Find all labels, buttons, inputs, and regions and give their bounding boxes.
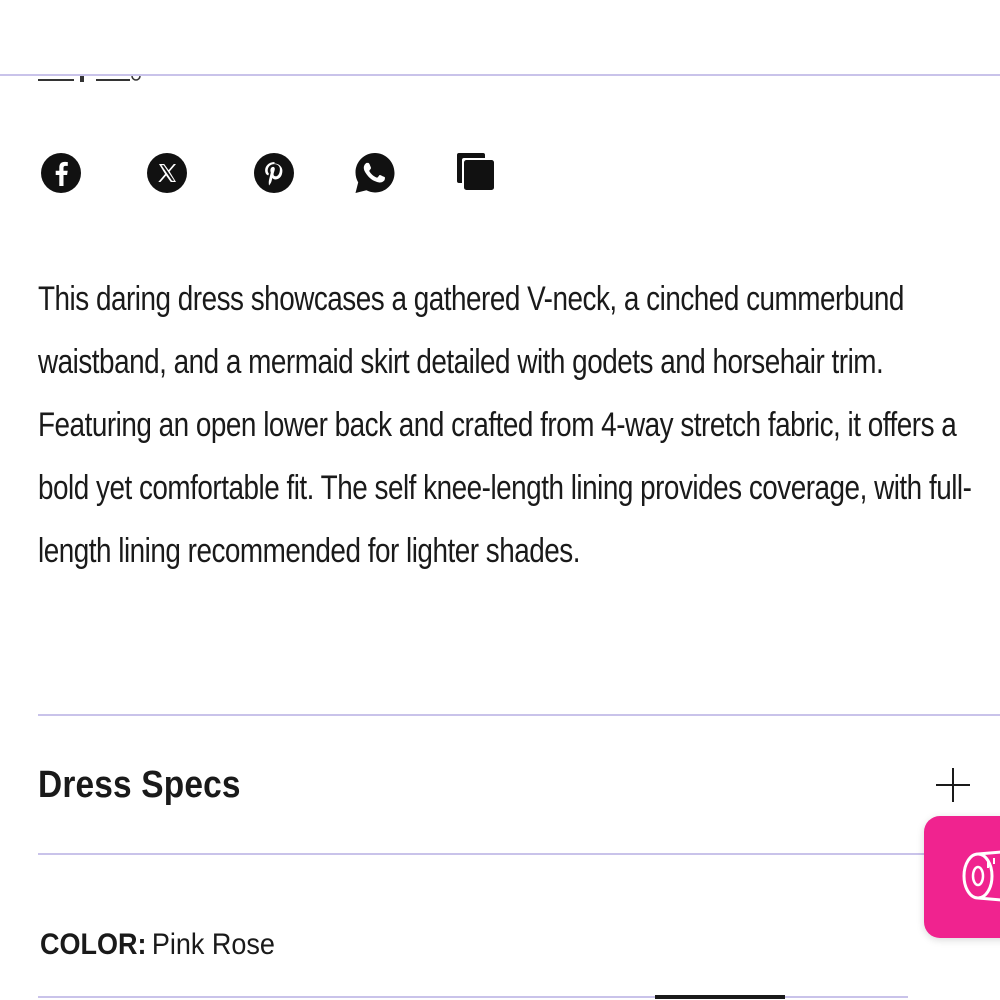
color-selection: COLOR: Pink Rose <box>40 928 275 962</box>
plus-icon[interactable] <box>936 768 970 802</box>
top-header-bar <box>0 0 1000 76</box>
facebook-icon <box>41 153 81 193</box>
color-value: Pink Rose <box>151 928 275 961</box>
pinterest-icon <box>254 153 294 193</box>
product-description: This daring dress showcases a gathered V… <box>38 280 972 570</box>
copy-link-icon <box>457 153 494 190</box>
measuring-tape-icon <box>962 850 1000 902</box>
whatsapp-share-button[interactable] <box>352 150 398 196</box>
copy-link-button[interactable] <box>452 150 498 196</box>
whatsapp-icon <box>355 153 395 193</box>
x-twitter-icon <box>147 153 187 193</box>
size-guide-widget[interactable] <box>924 816 1000 938</box>
dress-specs-title: Dress Specs <box>38 764 241 806</box>
pinterest-share-button[interactable] <box>251 150 297 196</box>
facebook-share-button[interactable] <box>38 150 84 196</box>
swatch-track-indicator <box>655 995 785 999</box>
x-share-button[interactable] <box>144 150 190 196</box>
color-label: COLOR: <box>40 928 147 961</box>
section-divider <box>38 853 1000 855</box>
product-page: This daring dress showcases a gathered V… <box>0 0 1000 1000</box>
dress-specs-accordion[interactable]: Dress Specs <box>38 716 1000 853</box>
